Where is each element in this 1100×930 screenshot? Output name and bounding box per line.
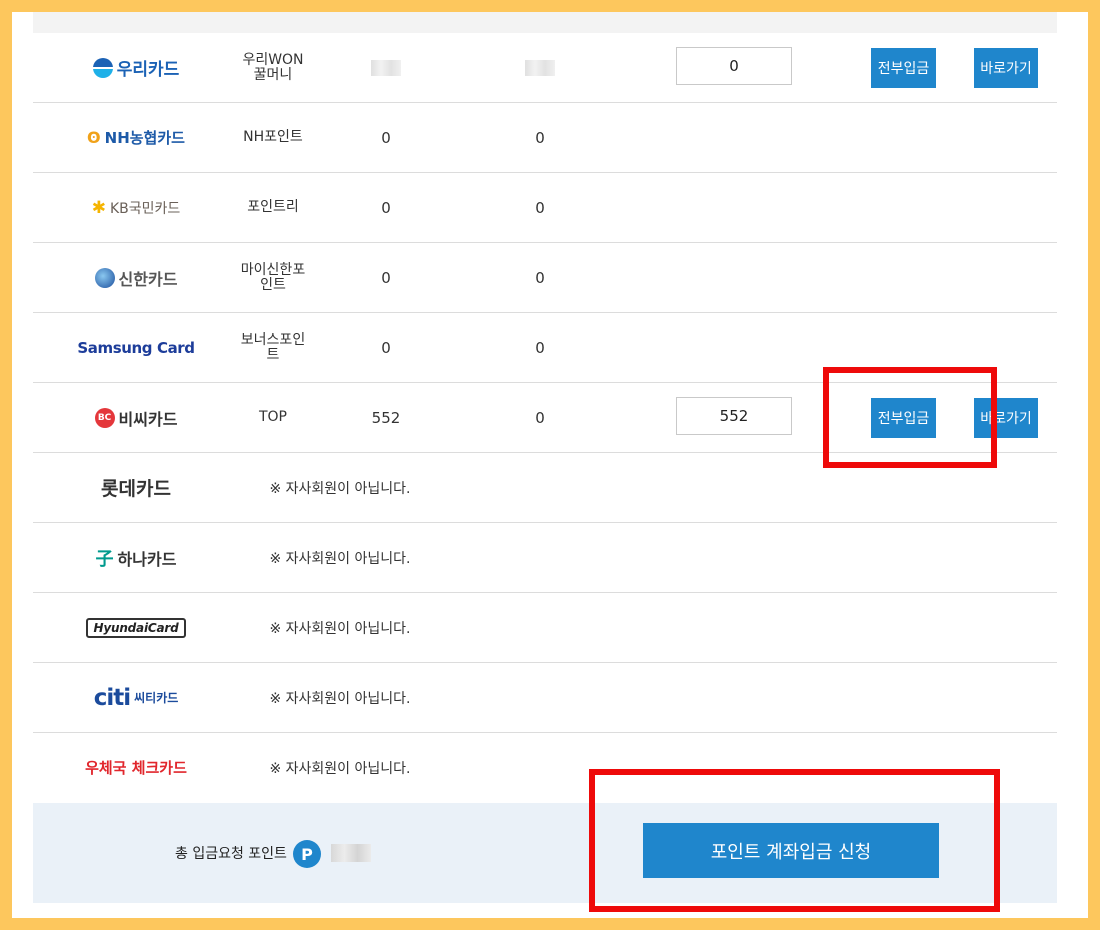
point-value: 0 [381,338,391,357]
table-row-hyundai: HyundaiCard ※ 자사회원이 아닙니다. [33,593,1057,663]
point-value-masked [507,33,573,102]
point-name: 포인트리 [247,199,299,215]
kb-card-logo: ✱ KB국민카드 [91,197,181,218]
kb-star-icon: ✱ [91,197,106,218]
deposit-amount-input[interactable] [676,47,792,85]
point-name: NH포인트 [243,129,303,145]
total-request-label: 총 입금요청 포인트 [175,846,287,862]
point-value-masked [353,33,419,102]
go-shortcut-button[interactable]: 바로가기 [974,48,1038,88]
table-row-lotte: 롯데카드 ※ 자사회원이 아닙니다. [33,453,1057,523]
deposit-amount-input[interactable] [676,397,792,435]
deposit-all-button[interactable]: 전부입금 [871,48,936,88]
point-value: 0 [381,198,391,217]
samsung-card-logo: Samsung Card [77,338,195,357]
non-member-notice: ※ 자사회원이 아닙니다. [269,480,411,497]
hana-card-logo: 子 하나카드 [96,545,177,571]
point-value: 0 [535,268,545,287]
shinhan-logo-icon [94,267,115,288]
non-member-notice: ※ 자사회원이 아닙니다. [269,760,411,777]
point-value: 0 [381,268,391,287]
point-value: 0 [535,128,545,147]
table-row-hana: 子 하나카드 ※ 자사회원이 아닙니다. [33,523,1057,593]
shinhan-card-logo: 신한카드 [94,266,177,290]
apply-point-deposit-button[interactable]: 포인트 계좌입금 신청 [643,823,939,878]
hana-logo-icon: 子 [95,548,114,570]
point-name: 마이신한포 인트 [240,261,306,293]
bc-logo-icon: BC [94,407,115,428]
point-value: 0 [535,408,545,427]
point-value: 0 [381,128,391,147]
woori-card-logo: 우리카드 [92,55,179,80]
table-row-shinhan: 신한카드 마이신한포 인트 0 0 [33,243,1057,313]
go-shortcut-button[interactable]: 바로가기 [974,398,1038,438]
point-name: 우리WON 꿀머니 [242,51,304,83]
citi-card-logo: citi 씨티카드 [93,684,179,711]
table-row-citi: citi 씨티카드 ※ 자사회원이 아닙니다. [33,663,1057,733]
lotte-card-logo: 롯데카드 [101,478,171,500]
deposit-all-button[interactable]: 전부입금 [871,398,936,438]
non-member-notice: ※ 자사회원이 아닙니다. [269,690,411,707]
post-check-card-logo: 우체국 체크카드 [85,759,187,777]
table-row-kb: ✱ KB국민카드 포인트리 0 0 [33,173,1057,243]
table-row-bc: BC 비씨카드 TOP 552 0 전부입금 바로가기 [33,383,1057,453]
points-panel: 우리카드 우리WON 꿀머니 전부입금 바로가기 ʘ NH농협카드 NH포인트 … [12,12,1088,918]
nh-logo-icon: ʘ [87,128,101,147]
card-points-table: 우리카드 우리WON 꿀머니 전부입금 바로가기 ʘ NH농협카드 NH포인트 … [33,33,1057,802]
point-p-icon: P [293,840,321,868]
citi-logo-icon: citi [93,684,131,711]
summary-bar: 총 입금요청 포인트 P 포인트 계좌입금 신청 [33,803,1057,903]
point-value: 0 [535,338,545,357]
table-row-nh: ʘ NH농협카드 NH포인트 0 0 [33,103,1057,173]
non-member-notice: ※ 자사회원이 아닙니다. [269,550,411,567]
hyundai-card-logo: HyundaiCard [85,617,187,638]
point-value: 552 [371,408,401,427]
point-name: 보너스포인 트 [240,331,306,363]
table-row-post: 우체국 체크카드 ※ 자사회원이 아닙니다. [33,733,1057,802]
bc-card-logo: BC 비씨카드 [94,406,177,430]
point-value: 0 [535,198,545,217]
non-member-notice: ※ 자사회원이 아닙니다. [269,620,411,637]
nh-card-logo: ʘ NH농협카드 [87,128,185,147]
table-row-samsung: Samsung Card 보너스포인 트 0 0 [33,313,1057,383]
woori-logo-icon [92,57,113,78]
total-points-masked [331,844,371,862]
point-name: TOP [258,409,287,425]
table-header-strip [33,12,1057,33]
table-row-woori: 우리카드 우리WON 꿀머니 전부입금 바로가기 [33,33,1057,103]
